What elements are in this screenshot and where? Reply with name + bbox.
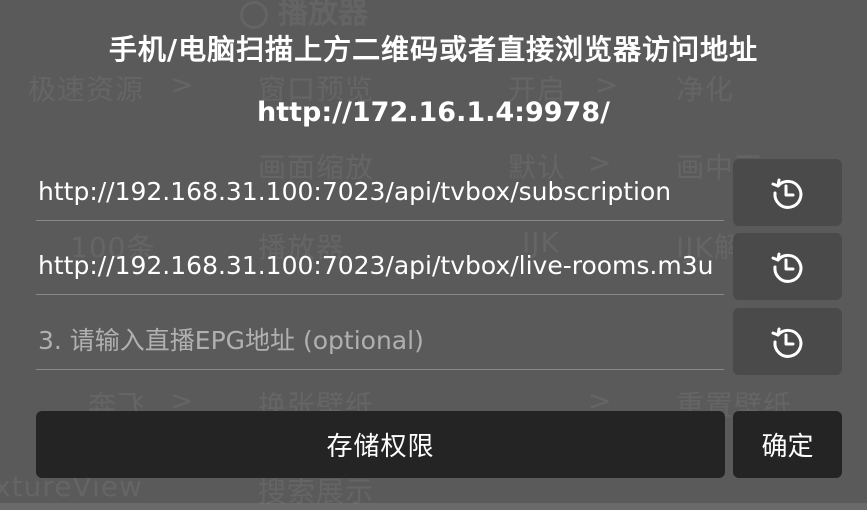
history-icon: [771, 327, 802, 358]
subscription-url-input[interactable]: [36, 162, 724, 220]
storage-permission-button[interactable]: 存储权限: [36, 411, 725, 478]
live-url-input[interactable]: [36, 236, 724, 294]
epg-field-wrap: [36, 311, 724, 370]
config-dialog: 手机/电脑扫描上方二维码或者直接浏览器访问地址 http://172.16.1.…: [0, 0, 867, 503]
epg-url-input[interactable]: [36, 311, 724, 369]
history-icon: [771, 178, 802, 209]
subscription-field-wrap: [36, 162, 724, 221]
history-icon: [771, 252, 802, 283]
epg-row: [36, 308, 842, 375]
epg-history-button[interactable]: [733, 308, 842, 375]
subscription-history-button[interactable]: [733, 159, 842, 226]
dialog-title: 手机/电脑扫描上方二维码或者直接浏览器访问地址: [108, 33, 759, 66]
live-rooms-row: [36, 233, 842, 300]
server-address: http://172.16.1.4:9978/: [257, 97, 610, 128]
live-rooms-field-wrap: [36, 236, 724, 295]
confirm-button[interactable]: 确定: [733, 411, 842, 478]
live-history-button[interactable]: [733, 233, 842, 300]
subscription-row: [36, 159, 842, 226]
